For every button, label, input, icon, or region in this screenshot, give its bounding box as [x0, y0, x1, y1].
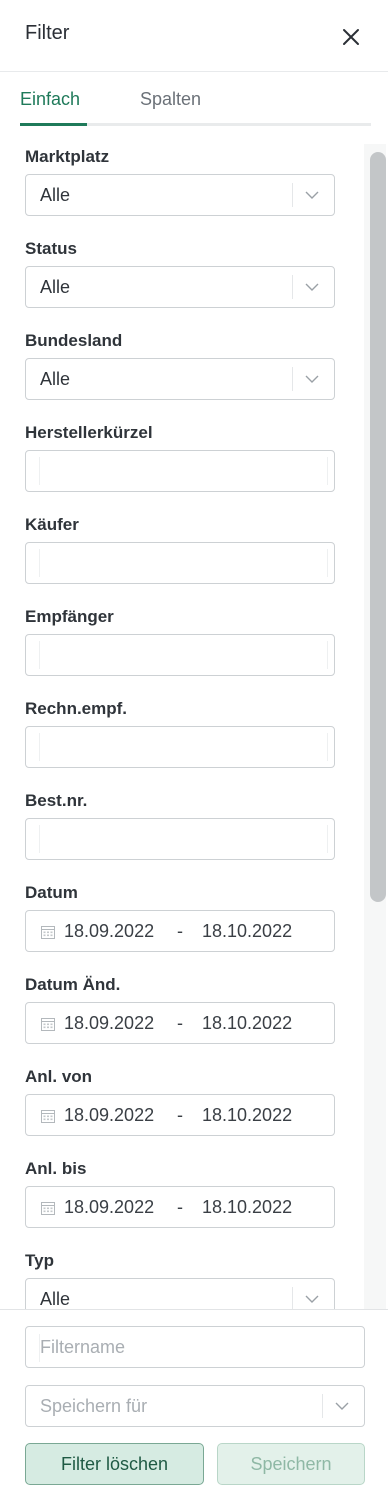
date-from[interactable]: 18.09.2022: [64, 1105, 154, 1126]
datum-aend-label: Datum Änd.: [25, 975, 121, 994]
tab-bar: Einfach Spalten: [20, 72, 371, 126]
bundesland-field: Bundesland Alle: [25, 330, 335, 400]
kaeufer-input[interactable]: [25, 542, 335, 584]
bundesland-value: Alle: [40, 369, 71, 389]
datum-aend-field: Datum Änd. 18.09.2022 - 18.10.2022: [25, 974, 335, 1044]
tab-einfach[interactable]: Einfach: [20, 89, 80, 110]
herstellerkuerzel-label: Herstellerkürzel: [25, 423, 153, 442]
date-separator: -: [177, 1197, 183, 1217]
anl-von-range-input[interactable]: 18.09.2022 - 18.10.2022: [25, 1094, 335, 1136]
datum-field: Datum 18.09.2022 - 18.10.2022: [25, 882, 335, 952]
typ-select[interactable]: Alle: [25, 1278, 335, 1309]
best-nr-label: Best.nr.: [25, 791, 88, 810]
input-inner-line: [39, 457, 40, 485]
typ-value: Alle: [40, 1289, 71, 1309]
input-inner-line: [327, 457, 328, 485]
empfaenger-label: Empfänger: [25, 607, 114, 626]
input-inner-line: [327, 549, 328, 577]
close-icon[interactable]: [339, 25, 363, 49]
datum-aend-range-input[interactable]: 18.09.2022 - 18.10.2022: [25, 1002, 335, 1044]
scrollbar-thumb[interactable]: [370, 152, 386, 902]
panel-title: Filter: [25, 22, 70, 44]
date-to[interactable]: 18.10.2022: [202, 1105, 292, 1126]
filter-panel: Filter Einfach Spalten Marktplatz Alle S…: [0, 0, 388, 1498]
save-for-select[interactable]: Speichern für: [25, 1385, 365, 1427]
anl-bis-label: Anl. bis: [25, 1159, 87, 1178]
kaeufer-label: Käufer: [25, 515, 79, 534]
select-divider: [292, 1287, 293, 1309]
save-button[interactable]: Speichern: [217, 1443, 365, 1485]
panel-header: Filter: [0, 0, 388, 72]
anl-von-field: Anl. von 18.09.2022 - 18.10.2022: [25, 1066, 335, 1136]
empfaenger-field: Empfänger: [25, 606, 335, 676]
anl-bis-field: Anl. bis 18.09.2022 - 18.10.2022: [25, 1158, 335, 1228]
status-label: Status: [25, 239, 77, 258]
typ-field: Typ Alle: [25, 1250, 335, 1309]
select-divider: [292, 275, 293, 299]
herstellerkuerzel-input[interactable]: [25, 450, 335, 492]
select-divider: [292, 367, 293, 391]
input-inner-line: [39, 733, 40, 761]
chevron-down-icon[interactable]: [333, 1397, 351, 1415]
date-from[interactable]: 18.09.2022: [64, 921, 154, 942]
date-from[interactable]: 18.09.2022: [64, 1013, 154, 1034]
calendar-icon[interactable]: [40, 1108, 56, 1124]
empfaenger-input[interactable]: [25, 634, 335, 676]
chevron-down-icon[interactable]: [303, 370, 321, 388]
date-from[interactable]: 18.09.2022: [64, 1197, 154, 1218]
typ-label: Typ: [25, 1251, 54, 1270]
date-separator: -: [177, 1105, 183, 1125]
clear-filter-button[interactable]: Filter löschen: [25, 1443, 204, 1485]
rechn-empf-label: Rechn.empf.: [25, 699, 128, 718]
datum-label: Datum: [25, 883, 78, 902]
calendar-icon[interactable]: [40, 1016, 56, 1032]
status-value: Alle: [40, 277, 71, 297]
chevron-down-icon[interactable]: [303, 278, 321, 296]
select-divider: [322, 1394, 323, 1418]
input-inner-line: [327, 825, 328, 853]
input-inner-line: [39, 825, 40, 853]
status-select[interactable]: Alle: [25, 266, 335, 308]
datum-range-input[interactable]: 18.09.2022 - 18.10.2022: [25, 910, 335, 952]
herstellerkuerzel-field: Herstellerkürzel: [25, 422, 335, 492]
save-for-placeholder: Speichern für: [40, 1396, 148, 1416]
marktplatz-select[interactable]: Alle: [25, 174, 335, 216]
input-inner-line: [327, 733, 328, 761]
date-to[interactable]: 18.10.2022: [202, 921, 292, 942]
bundesland-select[interactable]: Alle: [25, 358, 335, 400]
calendar-icon[interactable]: [40, 924, 56, 940]
tab-spalten[interactable]: Spalten: [140, 89, 201, 110]
active-tab-underline: [20, 123, 87, 126]
input-inner-line: [327, 641, 328, 669]
input-inner-line: [39, 641, 40, 669]
best-nr-input[interactable]: [25, 818, 335, 860]
kaeufer-field: Käufer: [25, 514, 335, 584]
input-inner-line: [39, 549, 40, 577]
rechn-empf-field: Rechn.empf.: [25, 698, 335, 768]
select-divider: [292, 183, 293, 207]
date-to[interactable]: 18.10.2022: [202, 1013, 292, 1034]
rechn-empf-input[interactable]: [25, 726, 335, 768]
date-separator: -: [177, 921, 183, 941]
marktplatz-label: Marktplatz: [25, 147, 110, 166]
marktplatz-value: Alle: [40, 185, 71, 205]
date-separator: -: [177, 1013, 183, 1033]
anl-von-label: Anl. von: [25, 1067, 93, 1086]
best-nr-field: Best.nr.: [25, 790, 335, 860]
filter-fields-scroll-area[interactable]: Marktplatz Alle Status Alle Bundesland A…: [0, 144, 388, 1309]
bundesland-label: Bundesland: [25, 331, 123, 350]
marktplatz-field: Marktplatz Alle: [25, 146, 335, 216]
chevron-down-icon[interactable]: [303, 1290, 321, 1308]
date-to[interactable]: 18.10.2022: [202, 1197, 292, 1218]
anl-bis-range-input[interactable]: 18.09.2022 - 18.10.2022: [25, 1186, 335, 1228]
chevron-down-icon[interactable]: [303, 186, 321, 204]
filtername-placeholder: Filtername: [40, 1337, 126, 1357]
status-field: Status Alle: [25, 238, 335, 308]
calendar-icon[interactable]: [40, 1200, 56, 1216]
filtername-input[interactable]: Filtername: [25, 1326, 365, 1368]
